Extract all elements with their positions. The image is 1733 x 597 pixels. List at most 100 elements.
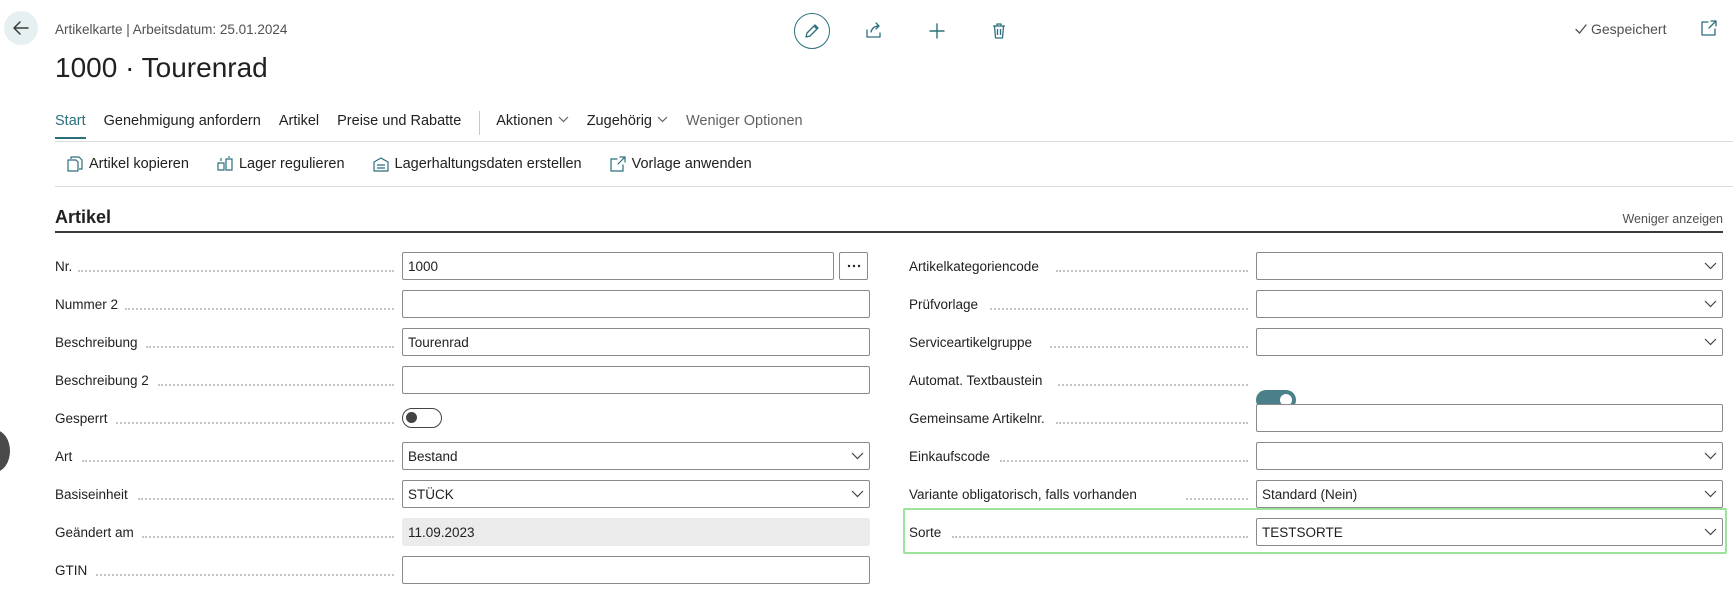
field-label-art: Art: [55, 449, 73, 464]
nummer-2-field[interactable]: [402, 290, 870, 318]
leader-dots: [1058, 384, 1248, 386]
new-button[interactable]: [919, 13, 955, 49]
leader-dots: [96, 574, 394, 576]
chevron-down-icon: [1704, 452, 1717, 460]
tab-aktionen[interactable]: Aktionen: [496, 113, 569, 139]
nr-lookup-button[interactable]: [839, 252, 868, 280]
popout-button[interactable]: [1700, 19, 1718, 37]
lager-regulieren-button[interactable]: Lager regulieren: [217, 156, 345, 172]
delete-button[interactable]: [981, 13, 1017, 49]
leader-dots: [1056, 422, 1248, 424]
sorte-value: TESTSORTE: [1262, 524, 1343, 540]
action-bar: Artikel kopieren Lager regulieren Lagerh…: [67, 156, 780, 172]
pruefvorlage-select[interactable]: [1256, 290, 1723, 318]
geaendert-am-field: 11.09.2023: [402, 518, 870, 546]
leader-dots: [125, 308, 394, 310]
gemeinsame-artikelnr-field[interactable]: [1256, 404, 1723, 432]
pencil-icon: [803, 22, 821, 40]
leader-dots: [146, 346, 394, 348]
gesperrt-toggle[interactable]: [402, 408, 442, 428]
field-label-variante-obligatorisch: Variante obligatorisch, falls vorhanden: [909, 487, 1137, 502]
field-label-serviceartikelgruppe: Serviceartikelgruppe: [909, 335, 1033, 350]
sorte-select[interactable]: TESTSORTE: [1256, 518, 1723, 546]
variante-obligatorisch-value: Standard (Nein): [1262, 486, 1358, 502]
artikel-kopieren-label: Artikel kopieren: [89, 156, 189, 172]
leader-dots: [138, 498, 394, 500]
section-title: Artikel: [55, 207, 112, 227]
leader-dots: [82, 460, 394, 462]
field-label-sorte: Sorte: [909, 525, 942, 540]
chevron-down-icon: [851, 490, 864, 498]
open-new-window-icon: [1700, 19, 1718, 37]
checkmark-icon: [1574, 22, 1588, 36]
einkaufscode-select[interactable]: [1256, 442, 1723, 470]
tab-genehmigung-anfordern[interactable]: Genehmigung anfordern: [104, 113, 261, 139]
tab-zugehoerig-label: Zugehörig: [586, 113, 652, 129]
vorlage-anwenden-label: Vorlage anwenden: [631, 156, 752, 172]
basiseinheit-value: STÜCK: [408, 486, 454, 502]
artikelkategoriencode-select[interactable]: [1256, 252, 1723, 280]
field-label-artikelkategoriencode: Artikelkategoriencode: [909, 259, 1039, 274]
back-button[interactable]: [4, 11, 38, 45]
chevron-down-icon: [1704, 300, 1717, 308]
more-icon: [847, 264, 861, 268]
basiseinheit-select[interactable]: STÜCK: [402, 480, 870, 508]
leader-dots: [1056, 270, 1248, 272]
side-handle[interactable]: [0, 430, 10, 472]
field-label-automat-textbaustein: Automat. Textbaustein: [909, 373, 1043, 388]
field-label-gtin: GTIN: [55, 563, 88, 578]
section-underline: [55, 231, 1723, 233]
tab-preise-und-rabatte[interactable]: Preise und Rabatte: [337, 113, 461, 139]
tab-zugehoerig[interactable]: Zugehörig: [587, 113, 668, 139]
tab-artikel[interactable]: Artikel: [279, 113, 319, 139]
tab-divider: [479, 111, 481, 135]
vorlage-anwenden-button[interactable]: Vorlage anwenden: [609, 156, 752, 172]
field-label-basiseinheit: Basiseinheit: [55, 487, 128, 502]
tab-aktionen-label: Aktionen: [496, 113, 553, 129]
gtin-field[interactable]: [402, 556, 870, 584]
page-title: 1000 · Tourenrad: [55, 52, 268, 83]
tabs-divider: [55, 141, 1733, 142]
copy-icon: [67, 156, 83, 172]
saved-status: Gespeichert: [1574, 21, 1666, 37]
actions-divider: [55, 186, 1733, 187]
tab-start[interactable]: Start: [55, 113, 86, 139]
chevron-down-icon: [1704, 262, 1717, 270]
leader-dots: [1000, 460, 1248, 462]
field-label-pruefvorlage: Prüfvorlage: [909, 297, 979, 312]
leader-dots: [952, 536, 1248, 538]
lager-regulieren-label: Lager regulieren: [238, 156, 345, 172]
field-label-beschreibung: Beschreibung: [55, 335, 138, 350]
edit-button[interactable]: [794, 13, 830, 49]
beschreibung-2-field[interactable]: [402, 366, 870, 394]
saved-label: Gespeichert: [1591, 21, 1667, 37]
field-label-beschreibung-2: Beschreibung 2: [55, 373, 149, 388]
lagerhaltungsdaten-erstellen-button[interactable]: Lagerhaltungsdaten erstellen: [372, 156, 582, 172]
nr-field[interactable]: 1000: [402, 252, 834, 280]
show-less-link[interactable]: Weniger anzeigen: [1622, 212, 1723, 226]
field-label-gesperrt: Gesperrt: [55, 411, 108, 426]
art-select[interactable]: Bestand: [402, 442, 870, 470]
chevron-down-icon: [657, 116, 668, 123]
share-button[interactable]: [856, 13, 892, 49]
tab-weniger-optionen[interactable]: Weniger Optionen: [686, 113, 803, 139]
breadcrumb: Artikelkarte | Arbeitsdatum: 25.01.2024: [55, 22, 288, 37]
chevron-down-icon: [558, 116, 569, 123]
leader-dots: [1050, 346, 1248, 348]
toggle-knob: [406, 412, 417, 423]
plus-icon: [928, 22, 946, 40]
leader-dots: [116, 422, 394, 424]
field-label-einkaufscode: Einkaufscode: [909, 449, 991, 464]
leader-dots: [158, 384, 394, 386]
chevron-down-icon: [1704, 490, 1717, 498]
beschreibung-field[interactable]: Tourenrad: [402, 328, 870, 356]
chevron-down-icon: [1704, 338, 1717, 346]
apply-template-icon: [609, 156, 626, 172]
art-value: Bestand: [408, 448, 458, 464]
leader-dots: [1186, 498, 1248, 500]
action-tabs: Start Genehmigung anfordern Artikel Prei…: [55, 111, 821, 139]
variante-obligatorisch-select[interactable]: Standard (Nein): [1256, 480, 1723, 508]
artikel-kopieren-button[interactable]: Artikel kopieren: [67, 156, 189, 172]
serviceartikelgruppe-select[interactable]: [1256, 328, 1723, 356]
chevron-down-icon: [851, 452, 864, 460]
